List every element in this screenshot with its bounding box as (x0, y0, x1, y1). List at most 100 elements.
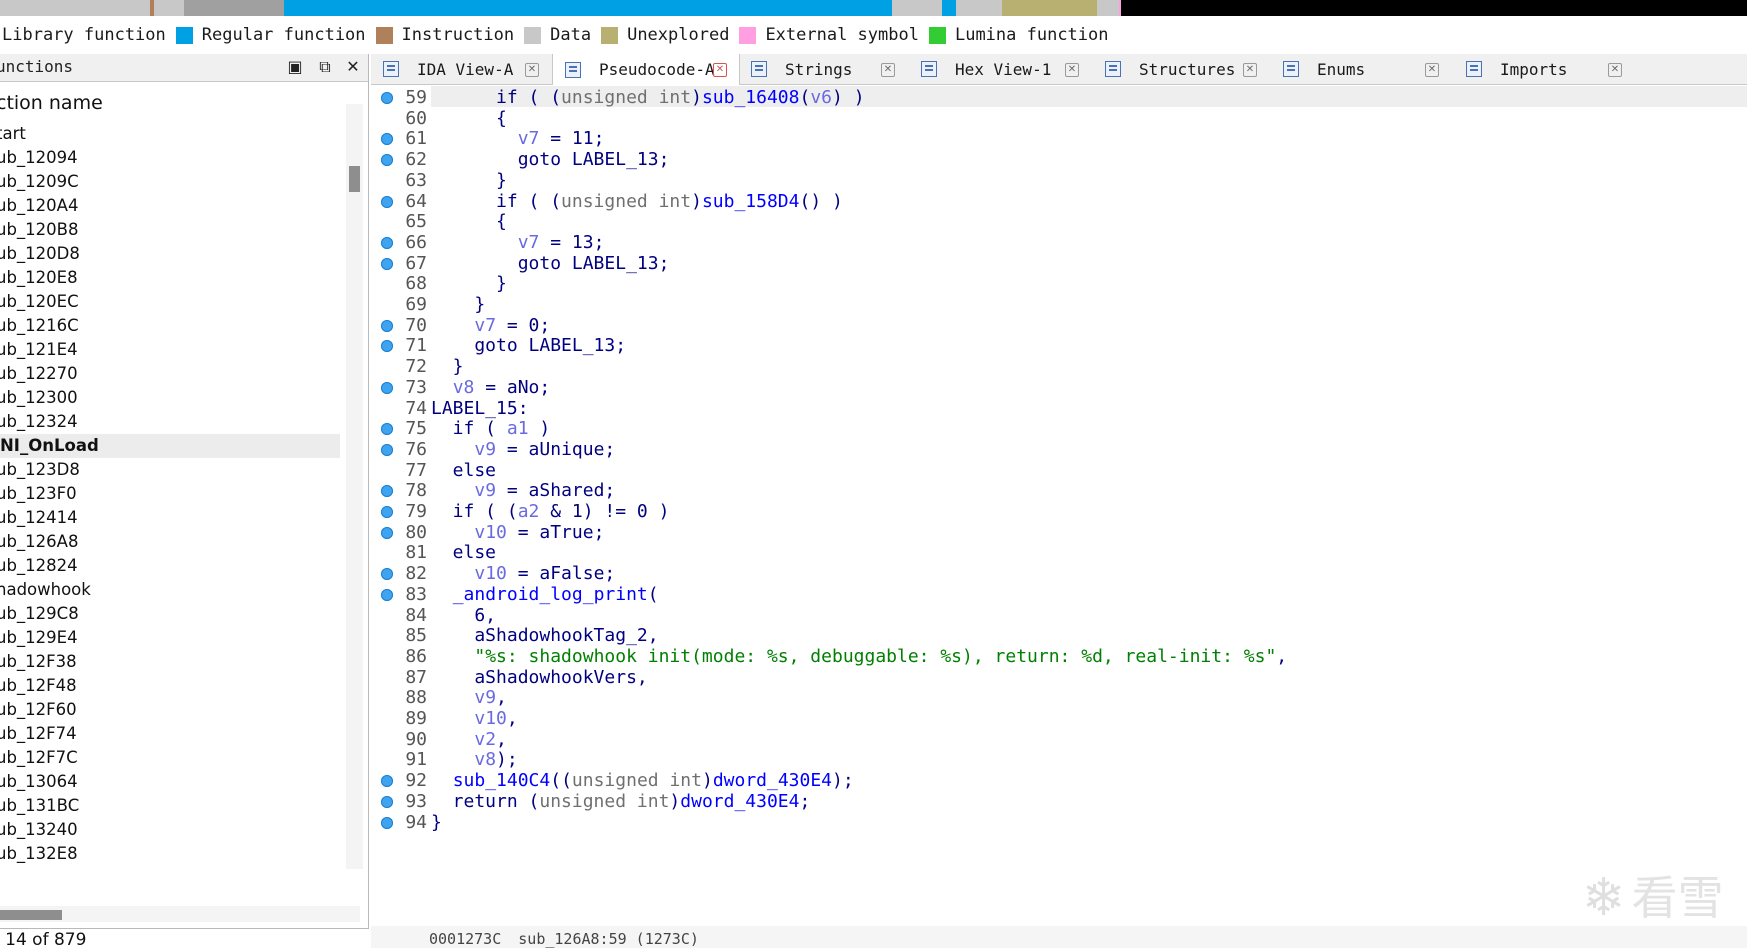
code-text[interactable]: sub_140C4((unsigned int)dword_430E4); (431, 769, 854, 792)
maximize-icon[interactable]: ▣ (285, 57, 305, 77)
function-list-item[interactable]: ub_13360 (0, 866, 340, 870)
tab-close-icon[interactable]: ✕ (713, 63, 727, 77)
code-text[interactable]: v2, (431, 728, 507, 751)
code-line[interactable]: 74 LABEL_15: (371, 397, 1747, 420)
function-list-item[interactable]: ub_13064 (0, 770, 340, 794)
breakpoint-dot-icon[interactable] (381, 795, 393, 808)
code-text[interactable]: v10 = aFalse; (431, 562, 615, 585)
tab-close-icon[interactable]: ✕ (881, 63, 895, 77)
function-list-item[interactable]: ub_12F48 (0, 674, 340, 698)
code-text[interactable]: goto LABEL_13; (431, 252, 670, 275)
function-list-item[interactable]: ub_129C8 (0, 602, 340, 626)
function-list-item[interactable]: ub_129E4 (0, 626, 340, 650)
code-line[interactable]: 91 v8); (371, 748, 1747, 771)
code-text[interactable]: _android_log_print( (431, 583, 659, 606)
code-text[interactable]: 6, (431, 604, 496, 627)
function-list[interactable]: tartub_12094ub_1209Cub_120A4ub_120B8ub_1… (0, 122, 340, 870)
function-list-item[interactable]: ub_126A8 (0, 530, 340, 554)
code-text[interactable]: aShadowhookTag_2, (431, 624, 658, 647)
code-line[interactable]: 70 v7 = 0; (371, 314, 1747, 337)
close-icon[interactable]: ✕ (343, 57, 363, 77)
breakpoint-dot-icon[interactable] (381, 195, 393, 208)
code-line[interactable]: 87 aShadowhookVers, (371, 666, 1747, 689)
code-text[interactable]: } (431, 169, 507, 192)
code-line[interactable]: 61 v7 = 11; (371, 127, 1747, 150)
function-list-item[interactable]: NI_OnLoad (0, 434, 340, 458)
code-line[interactable]: 89 v10, (371, 707, 1747, 730)
code-text[interactable]: } (431, 811, 442, 834)
code-text[interactable]: if ( (unsigned int)sub_16408(v6) ) (431, 86, 865, 109)
navigation-band[interactable] (0, 0, 1747, 16)
code-line[interactable]: 88 v9, (371, 686, 1747, 709)
scroll-thumb[interactable] (0, 910, 62, 920)
function-list-item[interactable]: ub_12414 (0, 506, 340, 530)
function-list-item[interactable]: ub_12F60 (0, 698, 340, 722)
function-list-item[interactable]: ub_12F7C (0, 746, 340, 770)
restore-icon[interactable]: ⧉ (315, 57, 335, 77)
function-list-item[interactable]: ub_120E8 (0, 266, 340, 290)
code-line[interactable]: 85 aShadowhookTag_2, (371, 624, 1747, 647)
pseudocode-view[interactable]: 59 if ( (unsigned int)sub_16408(v6) ) 60 … (371, 86, 1747, 924)
code-text[interactable]: v10, (431, 707, 517, 730)
function-list-item[interactable]: ub_12300 (0, 386, 340, 410)
tab-structures[interactable]: Structures ✕ (1093, 54, 1269, 84)
code-text[interactable]: } (431, 293, 485, 316)
breakpoint-dot-icon[interactable] (381, 257, 393, 270)
code-line[interactable]: 94} (371, 811, 1747, 834)
code-line[interactable]: 90 v2, (371, 728, 1747, 751)
code-line[interactable]: 60 { (371, 107, 1747, 130)
code-text[interactable]: v10 = aTrue; (431, 521, 604, 544)
function-list-item[interactable]: ub_132E8 (0, 842, 340, 866)
breakpoint-dot-icon[interactable] (381, 443, 393, 456)
code-line[interactable]: 82 v10 = aFalse; (371, 562, 1747, 585)
code-text[interactable]: if ( (a2 & 1) != 0 ) (431, 500, 670, 523)
breakpoint-dot-icon[interactable] (381, 133, 393, 146)
code-text[interactable]: v8 = aNo; (431, 376, 551, 399)
code-line[interactable]: 59 if ( (unsigned int)sub_16408(v6) ) (371, 86, 1747, 109)
tab-pseudocode-a[interactable]: Pseudocode-A ✕ (552, 54, 740, 85)
tab-close-icon[interactable]: ✕ (1425, 63, 1439, 77)
code-line[interactable]: 93 return (unsigned int)dword_430E4; (371, 790, 1747, 813)
function-list-item[interactable]: ub_120B8 (0, 218, 340, 242)
tab-ida-view-a[interactable]: IDA View-A ✕ (371, 54, 551, 84)
code-line[interactable]: 62 goto LABEL_13; (371, 148, 1747, 171)
code-line[interactable]: 79 if ( (a2 & 1) != 0 ) (371, 500, 1747, 523)
breakpoint-dot-icon[interactable] (381, 526, 393, 539)
function-list-item[interactable]: ub_12094 (0, 146, 340, 170)
breakpoint-dot-icon[interactable] (381, 319, 393, 332)
code-text[interactable]: v7 = 11; (431, 127, 605, 150)
function-list-item[interactable]: ub_121E4 (0, 338, 340, 362)
function-list-item[interactable]: ub_123F0 (0, 482, 340, 506)
function-list-item[interactable]: ub_12270 (0, 362, 340, 386)
code-text[interactable]: { (431, 107, 507, 130)
code-text[interactable]: "%s: shadowhook init(mode: %s, debuggabl… (431, 645, 1287, 668)
code-line[interactable]: 73 v8 = aNo; (371, 376, 1747, 399)
tab-close-icon[interactable]: ✕ (525, 63, 539, 77)
code-text[interactable]: v8); (431, 748, 517, 771)
breakpoint-dot-icon[interactable] (381, 340, 393, 353)
code-line[interactable]: 63 } (371, 169, 1747, 192)
code-text[interactable]: goto LABEL_13; (431, 148, 670, 171)
code-line[interactable]: 65 { (371, 210, 1747, 233)
code-line[interactable]: 83 _android_log_print( (371, 583, 1747, 606)
code-line[interactable]: 75 if ( a1 ) (371, 417, 1747, 440)
code-line[interactable]: 92 sub_140C4((unsigned int)dword_430E4); (371, 769, 1747, 792)
function-list-item[interactable]: ub_123D8 (0, 458, 340, 482)
breakpoint-dot-icon[interactable] (381, 506, 393, 518)
code-line[interactable]: 67 goto LABEL_13; (371, 252, 1747, 275)
function-list-item[interactable]: ub_1216C (0, 314, 340, 338)
tab-close-icon[interactable]: ✕ (1065, 63, 1079, 77)
code-text[interactable]: { (431, 210, 507, 233)
code-line[interactable]: 71 goto LABEL_13; (371, 334, 1747, 357)
tab-strings[interactable]: Strings ✕ (739, 54, 907, 84)
code-text[interactable]: v9, (431, 686, 507, 709)
tab-close-icon[interactable]: ✕ (1608, 63, 1622, 77)
breakpoint-dot-icon[interactable] (381, 485, 393, 498)
function-list-item[interactable]: hadowhook (0, 578, 340, 602)
function-list-item[interactable]: ub_120A4 (0, 194, 340, 218)
code-line[interactable]: 64 if ( (unsigned int)sub_158D4() ) (371, 190, 1747, 213)
horizontal-scrollbar[interactable] (0, 906, 360, 922)
code-text[interactable]: v9 = aUnique; (431, 438, 615, 461)
breakpoint-dot-icon[interactable] (381, 154, 393, 167)
code-line[interactable]: 84 6, (371, 604, 1747, 627)
